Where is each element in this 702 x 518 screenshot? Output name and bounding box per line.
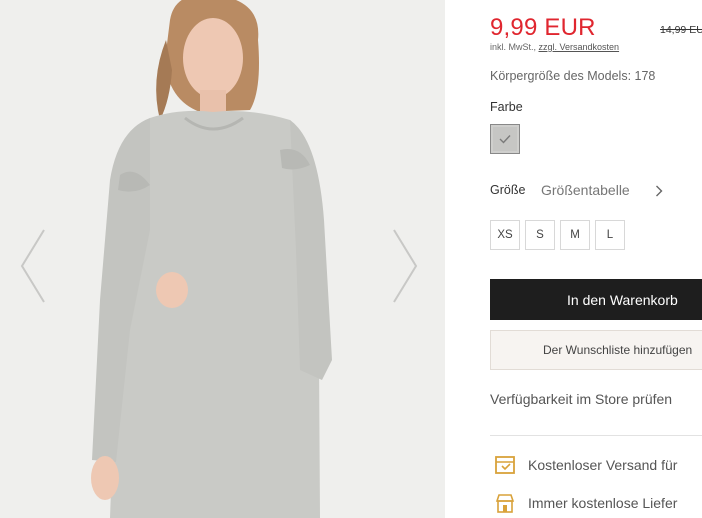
chevron-left-icon[interactable] [18,228,48,304]
size-option-xs[interactable]: XS [490,220,520,250]
product-photo [0,0,445,518]
model-height: Körpergröße des Models: 178 [490,69,656,83]
price-row: 9,99 EUR 14,99 EUR [490,14,702,42]
checkmark-icon [499,135,511,144]
size-guide-link[interactable]: Größentabelle [541,182,630,198]
benefit-free-shipping: Kostenloser Versand für [494,454,677,476]
shipping-costs-link[interactable]: zzgl. Versandkosten [539,42,620,52]
store-availability-link[interactable]: Verfügbarkeit im Store prüfen [490,391,672,407]
color-swatch-selected[interactable] [490,124,520,154]
size-label: Größe [490,183,526,197]
store-icon [495,494,515,513]
product-image-gallery [0,0,445,518]
size-row: Größe Größentabelle [490,182,702,200]
product-details: 9,99 EUR 14,99 EUR inkl. MwSt., zzgl. Ve… [490,0,702,518]
benefit-text: Kostenloser Versand für [528,457,678,473]
current-price: 9,99 EUR [490,14,596,41]
color-swatch-fill [493,127,517,151]
benefit-free-store-delivery: Immer kostenlose Liefer [494,492,677,514]
benefit-text: Immer kostenlose Liefer [528,495,678,511]
chevron-right-icon[interactable] [390,228,420,304]
chevron-right-icon[interactable] [655,185,663,197]
delivery-box-icon [495,456,515,474]
old-price: 14,99 EUR [660,24,702,36]
size-option-l[interactable]: L [595,220,625,250]
add-to-wishlist-button[interactable]: Der Wunschliste hinzufügen [490,330,702,370]
tax-note: inkl. MwSt., zzgl. Versandkosten [490,42,619,52]
size-option-s[interactable]: S [525,220,555,250]
color-label: Farbe [490,100,523,114]
add-to-cart-button[interactable]: In den Warenkorb [490,279,702,320]
tax-note-prefix: inkl. MwSt., [490,42,539,52]
divider [490,435,702,436]
size-option-m[interactable]: M [560,220,590,250]
